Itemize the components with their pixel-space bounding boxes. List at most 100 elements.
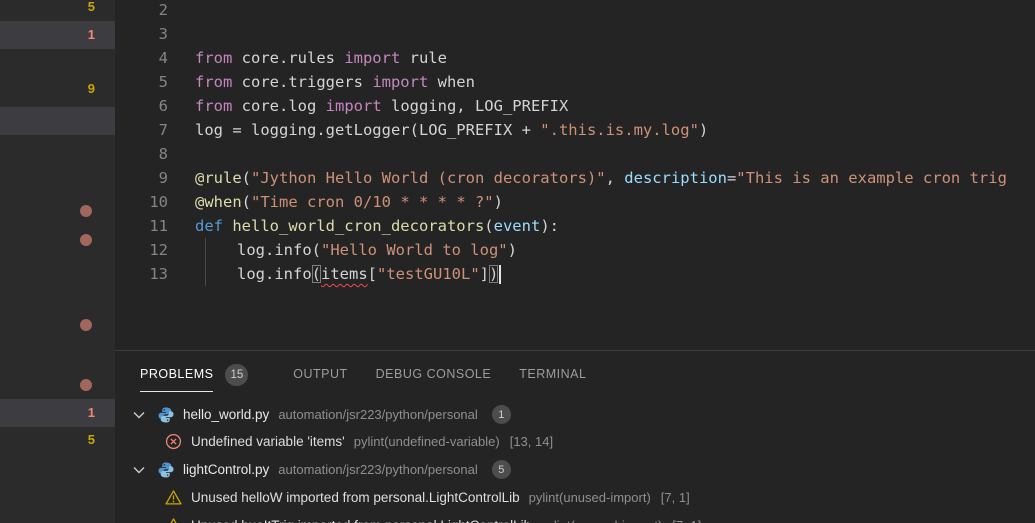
code-token: core.log bbox=[232, 97, 326, 115]
vscode-window: 5 1 9 1 5 2 3 4 from core.rules import ru… bbox=[0, 0, 1035, 523]
file-name: hello_world.py bbox=[183, 407, 270, 422]
code-line-8[interactable]: 8 bbox=[115, 142, 1035, 166]
code-token: "Hello World to log" bbox=[321, 241, 508, 259]
code-token: [ bbox=[367, 265, 378, 283]
code-token: @when bbox=[195, 193, 242, 211]
code-token: @rule bbox=[195, 169, 242, 187]
tab-terminal[interactable]: TERMINAL bbox=[519, 367, 586, 392]
code-token: from bbox=[195, 97, 233, 115]
code-line-6[interactable]: 6 from core.log import logging, LOG_PREFI… bbox=[115, 94, 1035, 118]
code-token: from bbox=[195, 49, 233, 67]
code-line-12[interactable]: 12 log.info("Hello World to log") bbox=[115, 238, 1035, 262]
problem-count-badge: 5 bbox=[87, 0, 95, 14]
file-path: automation/jsr223/python/personal bbox=[278, 462, 478, 477]
code-token: from bbox=[195, 73, 233, 91]
problem-source: pylint(undefined-variable) bbox=[353, 434, 500, 449]
line-number: 6 bbox=[158, 97, 168, 115]
code-token: def bbox=[195, 217, 233, 235]
code-line-13[interactable]: 13 log.info(items["testGU10L"]) bbox=[115, 262, 1035, 286]
code-token: log.info( bbox=[237, 241, 321, 259]
modified-dot-icon bbox=[80, 319, 92, 331]
problem-error-row[interactable]: Undefined variable 'items' pylint(undefi… bbox=[115, 428, 1035, 455]
warning-icon bbox=[170, 518, 177, 523]
code-token: "testGU10L" bbox=[377, 265, 480, 283]
line-number: 8 bbox=[158, 145, 168, 163]
code-token: log.info bbox=[237, 265, 312, 283]
code-line-2[interactable]: 2 bbox=[115, 0, 1035, 22]
code-token: import bbox=[325, 97, 382, 115]
python-file-icon bbox=[158, 462, 174, 477]
line-number: 2 bbox=[158, 1, 168, 19]
problem-message: Unused helloW imported from personal.Lig… bbox=[191, 490, 520, 505]
code-token: ] bbox=[479, 265, 490, 283]
problem-position: [7, 1] bbox=[660, 490, 690, 505]
code-token: ): bbox=[540, 217, 559, 235]
modified-dot-icon bbox=[80, 205, 92, 217]
problem-count-badge: 5 bbox=[87, 432, 95, 447]
problem-count-badge: 1 bbox=[87, 27, 95, 42]
code-line-4[interactable]: 4 from core.rules import rule bbox=[115, 46, 1035, 70]
line-number: 10 bbox=[149, 193, 168, 211]
line-number: 3 bbox=[158, 25, 168, 43]
code-token: ( bbox=[241, 169, 252, 187]
file-problem-count-badge: 1 bbox=[491, 405, 511, 424]
bracket-match: ( bbox=[311, 265, 321, 283]
problem-message: Undefined variable 'items' bbox=[191, 434, 345, 449]
problems-file-row[interactable]: hello_world.py automation/jsr223/python/… bbox=[115, 401, 1035, 428]
code-line-3[interactable]: 3 bbox=[115, 22, 1035, 46]
error-squiggle-token: items bbox=[321, 265, 368, 283]
tab-output[interactable]: OUTPUT bbox=[293, 367, 347, 392]
code-token: "Jython Hello World (cron decorators)" bbox=[251, 169, 606, 187]
tab-label: OUTPUT bbox=[293, 367, 348, 381]
problem-warning-row[interactable]: Unused helloW imported from personal.Lig… bbox=[115, 484, 1035, 511]
problems-file-row[interactable]: lightControl.py automation/jsr223/python… bbox=[115, 456, 1035, 483]
code-token: hello_world_cron_decorators bbox=[232, 217, 485, 235]
chevron-down-icon[interactable] bbox=[131, 407, 147, 423]
tab-label: TERMINAL bbox=[519, 367, 587, 381]
code-token: "This is an example cron trig bbox=[736, 169, 1007, 187]
modified-dot-icon bbox=[80, 234, 92, 246]
code-token: ( bbox=[241, 193, 252, 211]
tab-problems[interactable]: PROBLEMS 15 bbox=[140, 364, 249, 392]
tab-label: DEBUG CONSOLE bbox=[375, 367, 492, 381]
chevron-down-icon[interactable] bbox=[131, 462, 147, 478]
error-icon bbox=[165, 433, 182, 450]
code-line-7[interactable]: 7 log = logging.getLogger(LOG_PREFIX + ".… bbox=[115, 118, 1035, 142]
code-token: import bbox=[344, 49, 401, 67]
code-area: 2 3 4 from core.rules import rule 5 from c… bbox=[115, 0, 1035, 286]
bottom-panel: PROBLEMS 15 OUTPUT DEBUG CONSOLE TERMINA… bbox=[115, 350, 1035, 523]
code-line-11[interactable]: 11 def hello_world_cron_decorators(event)… bbox=[115, 214, 1035, 238]
file-path: automation/jsr223/python/personal bbox=[278, 407, 478, 422]
explorer-row-selected[interactable] bbox=[0, 21, 115, 49]
problem-position: [13, 14] bbox=[509, 434, 554, 449]
code-token: event bbox=[493, 217, 541, 235]
code-line-10[interactable]: 10 @when("Time cron 0/10 * * * * ?") bbox=[115, 190, 1035, 214]
panel-tab-bar: PROBLEMS 15 OUTPUT DEBUG CONSOLE TERMINA… bbox=[140, 364, 614, 392]
line-number: 4 bbox=[158, 49, 168, 67]
code-token: description bbox=[624, 169, 727, 187]
code-token: ) bbox=[507, 241, 517, 259]
line-number: 7 bbox=[158, 121, 168, 139]
file-problem-count-badge: 5 bbox=[491, 460, 511, 479]
code-line-9[interactable]: 9 @rule("Jython Hello World (cron decorat… bbox=[115, 166, 1035, 190]
file-name: lightControl.py bbox=[183, 462, 270, 477]
line-number: 9 bbox=[158, 169, 168, 187]
explorer-sidebar[interactable]: 5 1 9 1 5 bbox=[0, 0, 115, 523]
explorer-row-selected[interactable] bbox=[0, 399, 115, 427]
modified-dot-icon bbox=[80, 379, 92, 391]
problem-warning-row[interactable]: Unused hueItTrig imported from personal.… bbox=[115, 512, 1035, 523]
code-line-5[interactable]: 5 from core.triggers import when bbox=[115, 70, 1035, 94]
warning-icon bbox=[165, 490, 182, 505]
code-editor[interactable]: 2 3 4 from core.rules import rule 5 from c… bbox=[115, 0, 1035, 350]
explorer-row-selected[interactable] bbox=[0, 107, 115, 135]
tab-debug-console[interactable]: DEBUG CONSOLE bbox=[376, 367, 492, 392]
problems-count-badge: 15 bbox=[225, 364, 249, 386]
code-token: ".this.is.my.log" bbox=[540, 121, 699, 139]
code-token: rule bbox=[400, 49, 447, 67]
line-number: 13 bbox=[149, 265, 168, 283]
line-number: 12 bbox=[149, 241, 168, 259]
problem-count-badge: 9 bbox=[87, 81, 95, 96]
code-token: ) bbox=[698, 121, 709, 139]
tab-label: PROBLEMS bbox=[140, 367, 214, 392]
code-token: , bbox=[605, 169, 625, 187]
